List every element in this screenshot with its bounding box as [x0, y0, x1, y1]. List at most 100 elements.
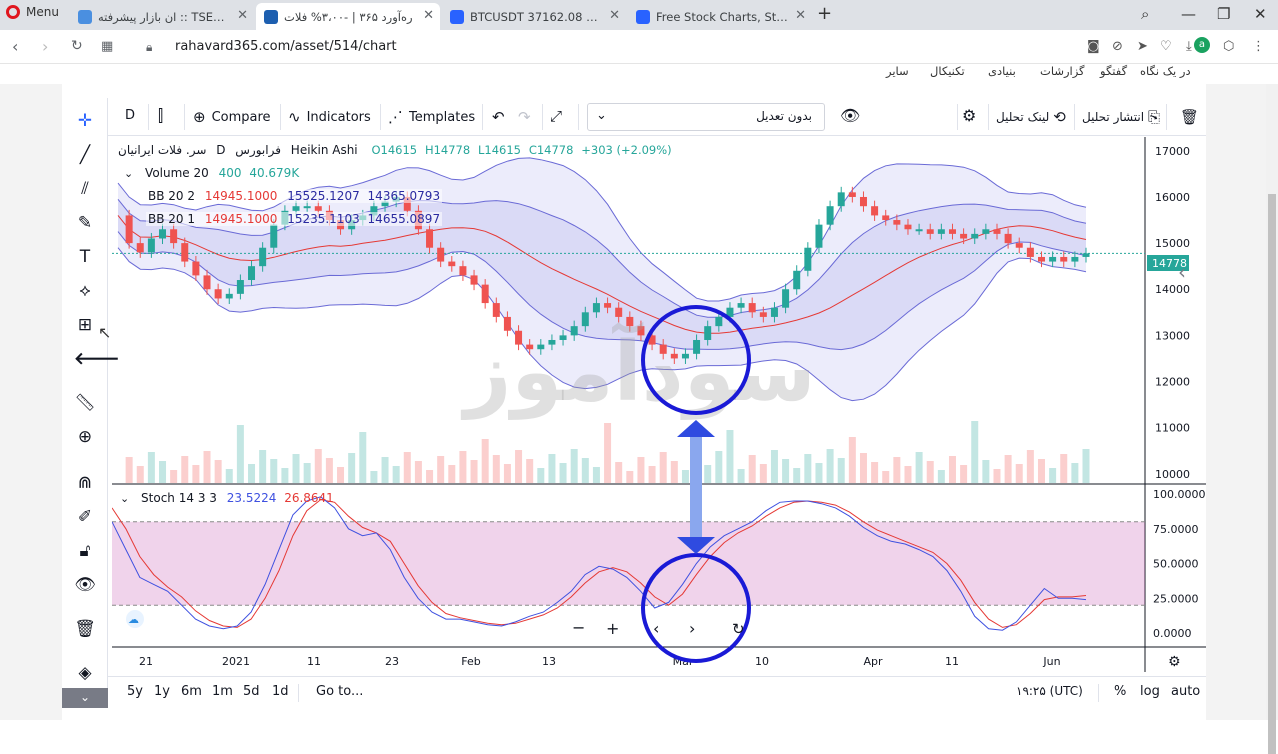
legend-close: C14778 — [528, 143, 574, 157]
zoom-in-icon[interactable]: + — [606, 619, 619, 638]
candle-body — [1004, 233, 1012, 244]
price-axis-ticks: 10000 11000 12000 13000 14000 15000 16000 17000 — [1155, 145, 1190, 481]
volume-bar — [159, 461, 167, 483]
volume-bar — [815, 463, 823, 483]
stoch-tick-label: 100.0000 — [1153, 488, 1206, 501]
candle-body — [737, 303, 745, 308]
volume-bar — [637, 457, 645, 483]
candle-body — [859, 196, 867, 207]
volume-bar — [893, 457, 901, 483]
volume-bar — [181, 456, 189, 483]
volume-bar — [904, 466, 912, 483]
chart-settings-icon[interactable]: ⚙ — [1168, 654, 1181, 670]
annotation-arrow-up — [677, 420, 715, 437]
stoch-tick-label: 75.0000 — [1153, 523, 1199, 536]
volume-bar — [381, 457, 389, 483]
candle-body — [1060, 256, 1068, 262]
candle-body — [270, 224, 278, 248]
volume-bar — [1082, 449, 1090, 483]
time-tick-label: 10 — [755, 655, 769, 668]
range-1d[interactable]: 1d — [272, 684, 289, 699]
zoom-out-icon[interactable]: − — [572, 618, 585, 637]
price-tick-label: 15000 — [1155, 237, 1190, 250]
volume-bar — [214, 460, 222, 483]
stochastic-pane — [112, 496, 1145, 631]
chevron-down-icon[interactable]: ⌄ — [124, 167, 133, 180]
symbol-name[interactable]: سر. فلات ایرانیان — [118, 143, 206, 157]
time-tick-label: 2021 — [222, 655, 250, 668]
volume-bar — [503, 464, 511, 483]
reset-chart-icon[interactable]: ↻ — [732, 620, 745, 638]
volume-bar — [871, 462, 879, 483]
bb1-legend: BB 20 2 14945.1000 15525.1207 14365.0793 — [146, 189, 443, 203]
candle-body — [437, 247, 445, 262]
collapse-right-panel-icon[interactable]: ‹ — [1178, 260, 1186, 284]
candle-body — [248, 266, 256, 281]
candle-body — [826, 206, 834, 225]
volume-bar — [492, 455, 500, 483]
volume-bar — [470, 460, 478, 483]
volume-bar — [1037, 459, 1045, 483]
scroll-left-icon[interactable]: ‹ — [653, 619, 659, 638]
price-tick-label: 13000 — [1155, 329, 1190, 342]
candle-body — [303, 206, 311, 209]
candle-body — [915, 229, 923, 232]
scroll-right-icon[interactable]: › — [689, 619, 695, 638]
range-5d[interactable]: 5d — [243, 684, 260, 699]
volume-bar — [726, 430, 734, 483]
volume-bar — [170, 470, 178, 483]
price-tick-label: 16000 — [1155, 191, 1190, 204]
candle-body — [748, 303, 756, 313]
volume-bar — [414, 461, 422, 483]
range-1y[interactable]: 1y — [154, 684, 170, 699]
candle-body — [960, 233, 968, 239]
chart-canvas[interactable]: 10000 11000 12000 13000 14000 15000 16000 17000… — [0, 0, 1278, 720]
volume-bar — [359, 432, 367, 483]
volume-bar — [759, 464, 767, 483]
volume-bar — [826, 449, 834, 483]
time-tick-label: Apr — [863, 655, 883, 668]
volume-bar — [915, 452, 923, 483]
volume-bar — [1049, 468, 1057, 483]
stoch-axis-ticks: 0.0000 25.0000 50.0000 75.0000 100.0000 — [1153, 488, 1206, 640]
volume-bar — [948, 456, 956, 483]
volume-bar — [348, 453, 356, 483]
volume-bar — [681, 470, 689, 483]
auto-scale-button[interactable]: auto — [1171, 684, 1200, 699]
candle-body — [236, 280, 244, 294]
volume-bar — [459, 451, 467, 483]
volume-bar — [403, 452, 411, 483]
candle-body — [170, 229, 178, 244]
timezone-label[interactable]: ۱۹:۲۵ (UTC) — [1016, 684, 1083, 698]
volume-bar — [592, 467, 600, 483]
candle-body — [804, 247, 812, 271]
candle-body — [592, 303, 600, 313]
volume-bar — [548, 454, 556, 483]
volume-bar — [259, 450, 267, 483]
range-1m[interactable]: 1m — [212, 684, 233, 699]
volume-bar — [626, 471, 634, 483]
volume-bar — [793, 468, 801, 483]
volume-bar — [615, 462, 623, 483]
volume-bar — [804, 454, 812, 483]
time-tick-label: 11 — [945, 655, 959, 668]
price-tick-label: 11000 — [1155, 422, 1190, 435]
volume-bar — [926, 461, 934, 483]
range-5y[interactable]: 5y — [127, 684, 143, 699]
legend-interval: D — [216, 143, 226, 157]
candle-body — [615, 307, 623, 317]
stoch-tick-label: 0.0000 — [1153, 627, 1192, 640]
chevron-down-icon[interactable]: ⌄ — [120, 492, 129, 505]
time-tick-label: 21 — [139, 655, 153, 668]
goto-date-button[interactable]: Go to... — [316, 684, 363, 699]
candle-body — [837, 192, 845, 207]
volume-bar — [715, 451, 723, 483]
percent-scale-button[interactable]: % — [1114, 684, 1126, 699]
volume-bar — [314, 449, 322, 483]
candle-body — [192, 261, 200, 276]
volume-bar — [859, 453, 867, 483]
log-scale-button[interactable]: log — [1140, 684, 1160, 699]
volume-bar — [248, 464, 256, 483]
range-6m[interactable]: 6m — [181, 684, 202, 699]
bottom-range-bar: 5y 1y 6m 1m 5d 1d Go to... ۱۹:۲۵ (UTC) %… — [108, 676, 1206, 708]
